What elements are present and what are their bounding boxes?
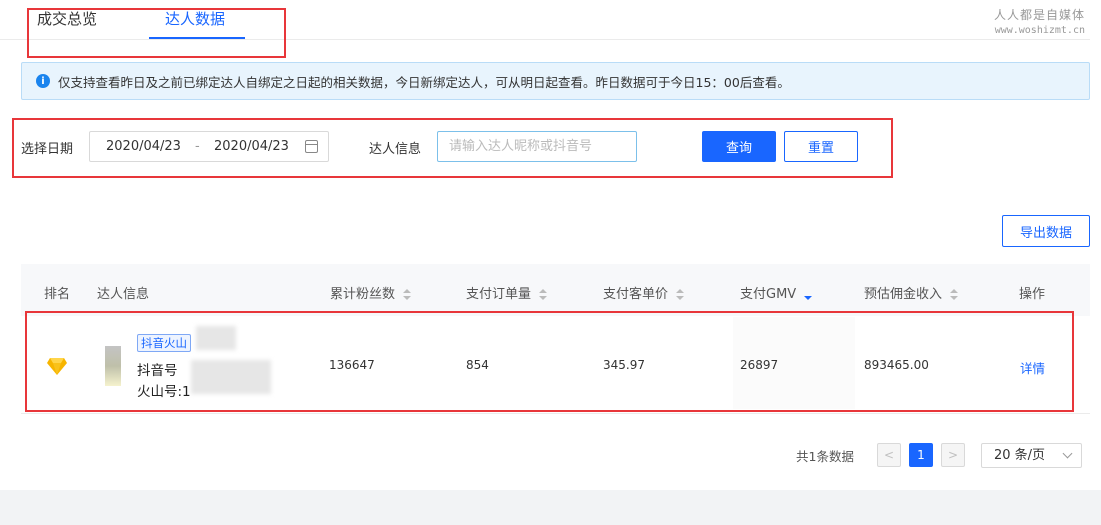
page-1-button[interactable]: 1 [909, 443, 933, 467]
notice-banner: i 仅支持查看昨日及之前已绑定达人自绑定之日起的相关数据，今日新绑定达人，可从明… [21, 62, 1090, 100]
page-size-value: 20 条/页 [994, 448, 1046, 463]
page-size-select[interactable]: 20 条/页 [981, 443, 1082, 468]
date-end[interactable]: 2020/04/23 [214, 139, 289, 154]
header-fans[interactable]: 累计粉丝数 [330, 283, 412, 302]
daren-info-label: 达人信息 [369, 142, 422, 157]
total-count: 共1条数据 [796, 449, 854, 464]
annotation-box-tabs [27, 8, 286, 58]
date-start[interactable]: 2020/04/23 [106, 139, 181, 154]
header-unit-price[interactable]: 支付客单价 [603, 283, 685, 302]
header-orders-label: 支付订单量 [466, 287, 532, 302]
footer-background [0, 490, 1101, 525]
sort-desc-icon[interactable] [804, 289, 813, 300]
header-unit-price-label: 支付客单价 [603, 287, 669, 302]
header-commission[interactable]: 预估佣金收入 [864, 283, 959, 302]
sort-icon[interactable] [950, 289, 959, 300]
prev-page-button[interactable]: < [877, 443, 901, 467]
daren-search-input[interactable] [437, 131, 637, 162]
header-daren-info: 达人信息 [97, 287, 150, 302]
chevron-down-icon [1062, 448, 1073, 459]
info-icon: i [36, 74, 50, 88]
header-gmv[interactable]: 支付GMV [740, 283, 813, 302]
header-orders[interactable]: 支付订单量 [466, 283, 548, 302]
watermark: 人人都是自媒体 www.woshizmt.cn [994, 8, 1085, 38]
page: 成交总览 达人数据 人人都是自媒体 www.woshizmt.cn i 仅支持查… [0, 0, 1101, 525]
calendar-icon[interactable] [305, 140, 318, 153]
sort-icon[interactable] [676, 289, 685, 300]
annotation-box-row [25, 311, 1074, 412]
header-fans-label: 累计粉丝数 [330, 287, 396, 302]
header-rank: 排名 [44, 287, 71, 302]
reset-button[interactable]: 重置 [784, 131, 858, 162]
query-button[interactable]: 查询 [702, 131, 776, 162]
next-page-button[interactable]: > [941, 443, 965, 467]
watermark-title: 人人都是自媒体 [993, 8, 1085, 22]
watermark-url: www.woshizmt.cn [994, 25, 1085, 36]
date-label: 选择日期 [21, 142, 74, 157]
notice-text: 仅支持查看昨日及之前已绑定达人自绑定之日起的相关数据，今日新绑定达人，可从明日起… [58, 74, 790, 90]
header-action: 操作 [1019, 287, 1046, 302]
header-gmv-label: 支付GMV [740, 287, 797, 302]
sort-icon[interactable] [539, 289, 548, 300]
date-range-picker[interactable]: 2020/04/23 - 2020/04/23 [89, 131, 329, 162]
header-commission-label: 预估佣金收入 [864, 287, 943, 302]
sort-icon[interactable] [403, 289, 412, 300]
date-separator: - [195, 139, 200, 154]
export-data-button[interactable]: 导出数据 [1002, 215, 1090, 247]
table-header: 排名 达人信息 累计粉丝数 支付订单量 支付客单价 支付GMV 预估佣金收入 操… [21, 264, 1090, 316]
